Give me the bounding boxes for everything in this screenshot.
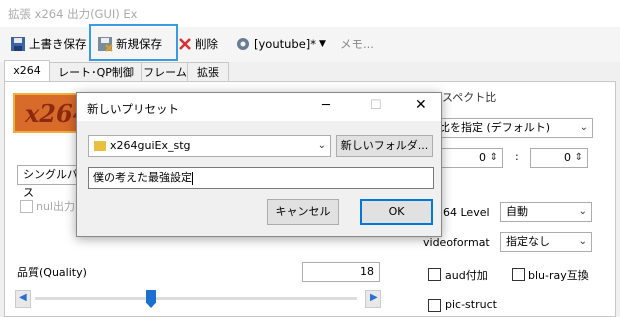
dialog-title-bar: 新しいプリセット ─ ☐ ✕ bbox=[77, 93, 441, 121]
delete-icon bbox=[179, 38, 191, 50]
dialog-title: 新しいプリセット bbox=[87, 102, 179, 116]
slider-left-button[interactable]: ◀ bbox=[15, 290, 31, 308]
chevron-down-icon: ⌄ bbox=[578, 206, 587, 217]
delete-button[interactable]: 削除 bbox=[178, 34, 218, 54]
tab-frame[interactable]: フレーム bbox=[141, 62, 189, 82]
window-title: 拡張 x264 出力(GUI) Ex bbox=[8, 7, 138, 21]
main-title-bar: 拡張 x264 出力(GUI) Ex bbox=[0, 0, 620, 27]
tab-extension[interactable]: 拡張 bbox=[187, 62, 229, 82]
tab-x264[interactable]: x264 bbox=[4, 60, 50, 82]
memo-button[interactable]: メモ... bbox=[340, 34, 374, 54]
videoformat-select[interactable]: 指定なし ⌄ bbox=[500, 232, 592, 252]
new-preset-dialog: 新しいプリセット ─ ☐ ✕ x264guiEx_stg ⌄ 新しいフォルダ..… bbox=[76, 92, 442, 237]
ok-button[interactable]: OK bbox=[360, 199, 433, 225]
quality-input[interactable]: 18 bbox=[302, 262, 380, 282]
arrow-right-icon: ▶ bbox=[370, 292, 378, 303]
aspect-width-input[interactable]: 0 ⇕ bbox=[433, 148, 503, 168]
new-save-highlight bbox=[89, 24, 178, 61]
preset-label: [youtube]* bbox=[254, 37, 317, 51]
memo-label: メモ... bbox=[340, 37, 374, 51]
level-label: 64 Level bbox=[443, 206, 490, 219]
chevron-down-icon: ⌄ bbox=[578, 236, 587, 247]
quality-slider-thumb[interactable] bbox=[146, 290, 156, 308]
new-folder-button[interactable]: 新しいフォルダ... bbox=[336, 135, 433, 157]
videoformat-label: videoformat bbox=[423, 236, 490, 249]
delete-label: 削除 bbox=[195, 37, 218, 51]
floppy-disk-icon bbox=[11, 37, 25, 51]
aspect-height-input[interactable]: 0 ⇕ bbox=[530, 148, 588, 168]
folder-select[interactable]: x264guiEx_stg ⌄ bbox=[88, 135, 331, 157]
tab-rate-qp[interactable]: レート･QP制御 bbox=[49, 62, 143, 82]
spinner-icon: ⇕ bbox=[489, 152, 498, 163]
folder-icon bbox=[94, 141, 106, 151]
aud-label: aud付加 bbox=[445, 269, 488, 282]
chevron-down-icon: ▼ bbox=[319, 39, 326, 49]
slider-right-button[interactable]: ▶ bbox=[365, 290, 381, 308]
minimize-icon[interactable]: ─ bbox=[322, 98, 330, 113]
chevron-down-icon: ⌄ bbox=[317, 140, 326, 151]
gear-icon bbox=[237, 38, 249, 50]
aspect-separator: : bbox=[515, 150, 519, 163]
quality-label: 品質(Quality) bbox=[17, 266, 87, 279]
level-select[interactable]: 自動 ⌄ bbox=[500, 202, 592, 222]
aud-checkbox[interactable] bbox=[428, 268, 441, 281]
dialog-body: x264guiEx_stg ⌄ 新しいフォルダ... 僕の考えた最強設定 キャン… bbox=[77, 121, 441, 236]
quality-slider-track[interactable] bbox=[35, 297, 357, 300]
nul-output-checkbox[interactable] bbox=[20, 200, 33, 213]
maximize-icon: ☐ bbox=[370, 98, 382, 113]
text-cursor bbox=[192, 171, 193, 185]
save-label: 上書き保存 bbox=[29, 37, 87, 51]
aspect-mode-select[interactable]: 比を指定 (デフォルト) ⌄ bbox=[433, 118, 593, 138]
close-icon[interactable]: ✕ bbox=[415, 97, 427, 113]
x264-logo: x264 bbox=[13, 93, 89, 133]
save-button[interactable]: 上書き保存 bbox=[10, 34, 87, 54]
spinner-icon: ⇕ bbox=[574, 152, 583, 163]
preset-name-input[interactable]: 僕の考えた最強設定 bbox=[88, 167, 434, 189]
bluray-label: blu-ray互換 bbox=[528, 269, 589, 282]
cancel-button[interactable]: キャンセル bbox=[267, 199, 339, 225]
picstruct-checkbox[interactable] bbox=[428, 299, 441, 312]
picstruct-label: pic-struct bbox=[445, 298, 497, 311]
chevron-down-icon: ⌄ bbox=[579, 122, 588, 133]
arrow-left-icon: ◀ bbox=[19, 292, 27, 303]
bluray-checkbox[interactable] bbox=[512, 268, 525, 281]
nul-output-label: nul出力 bbox=[36, 200, 75, 213]
preset-dropdown[interactable]: [youtube]* ▼ bbox=[235, 34, 326, 54]
